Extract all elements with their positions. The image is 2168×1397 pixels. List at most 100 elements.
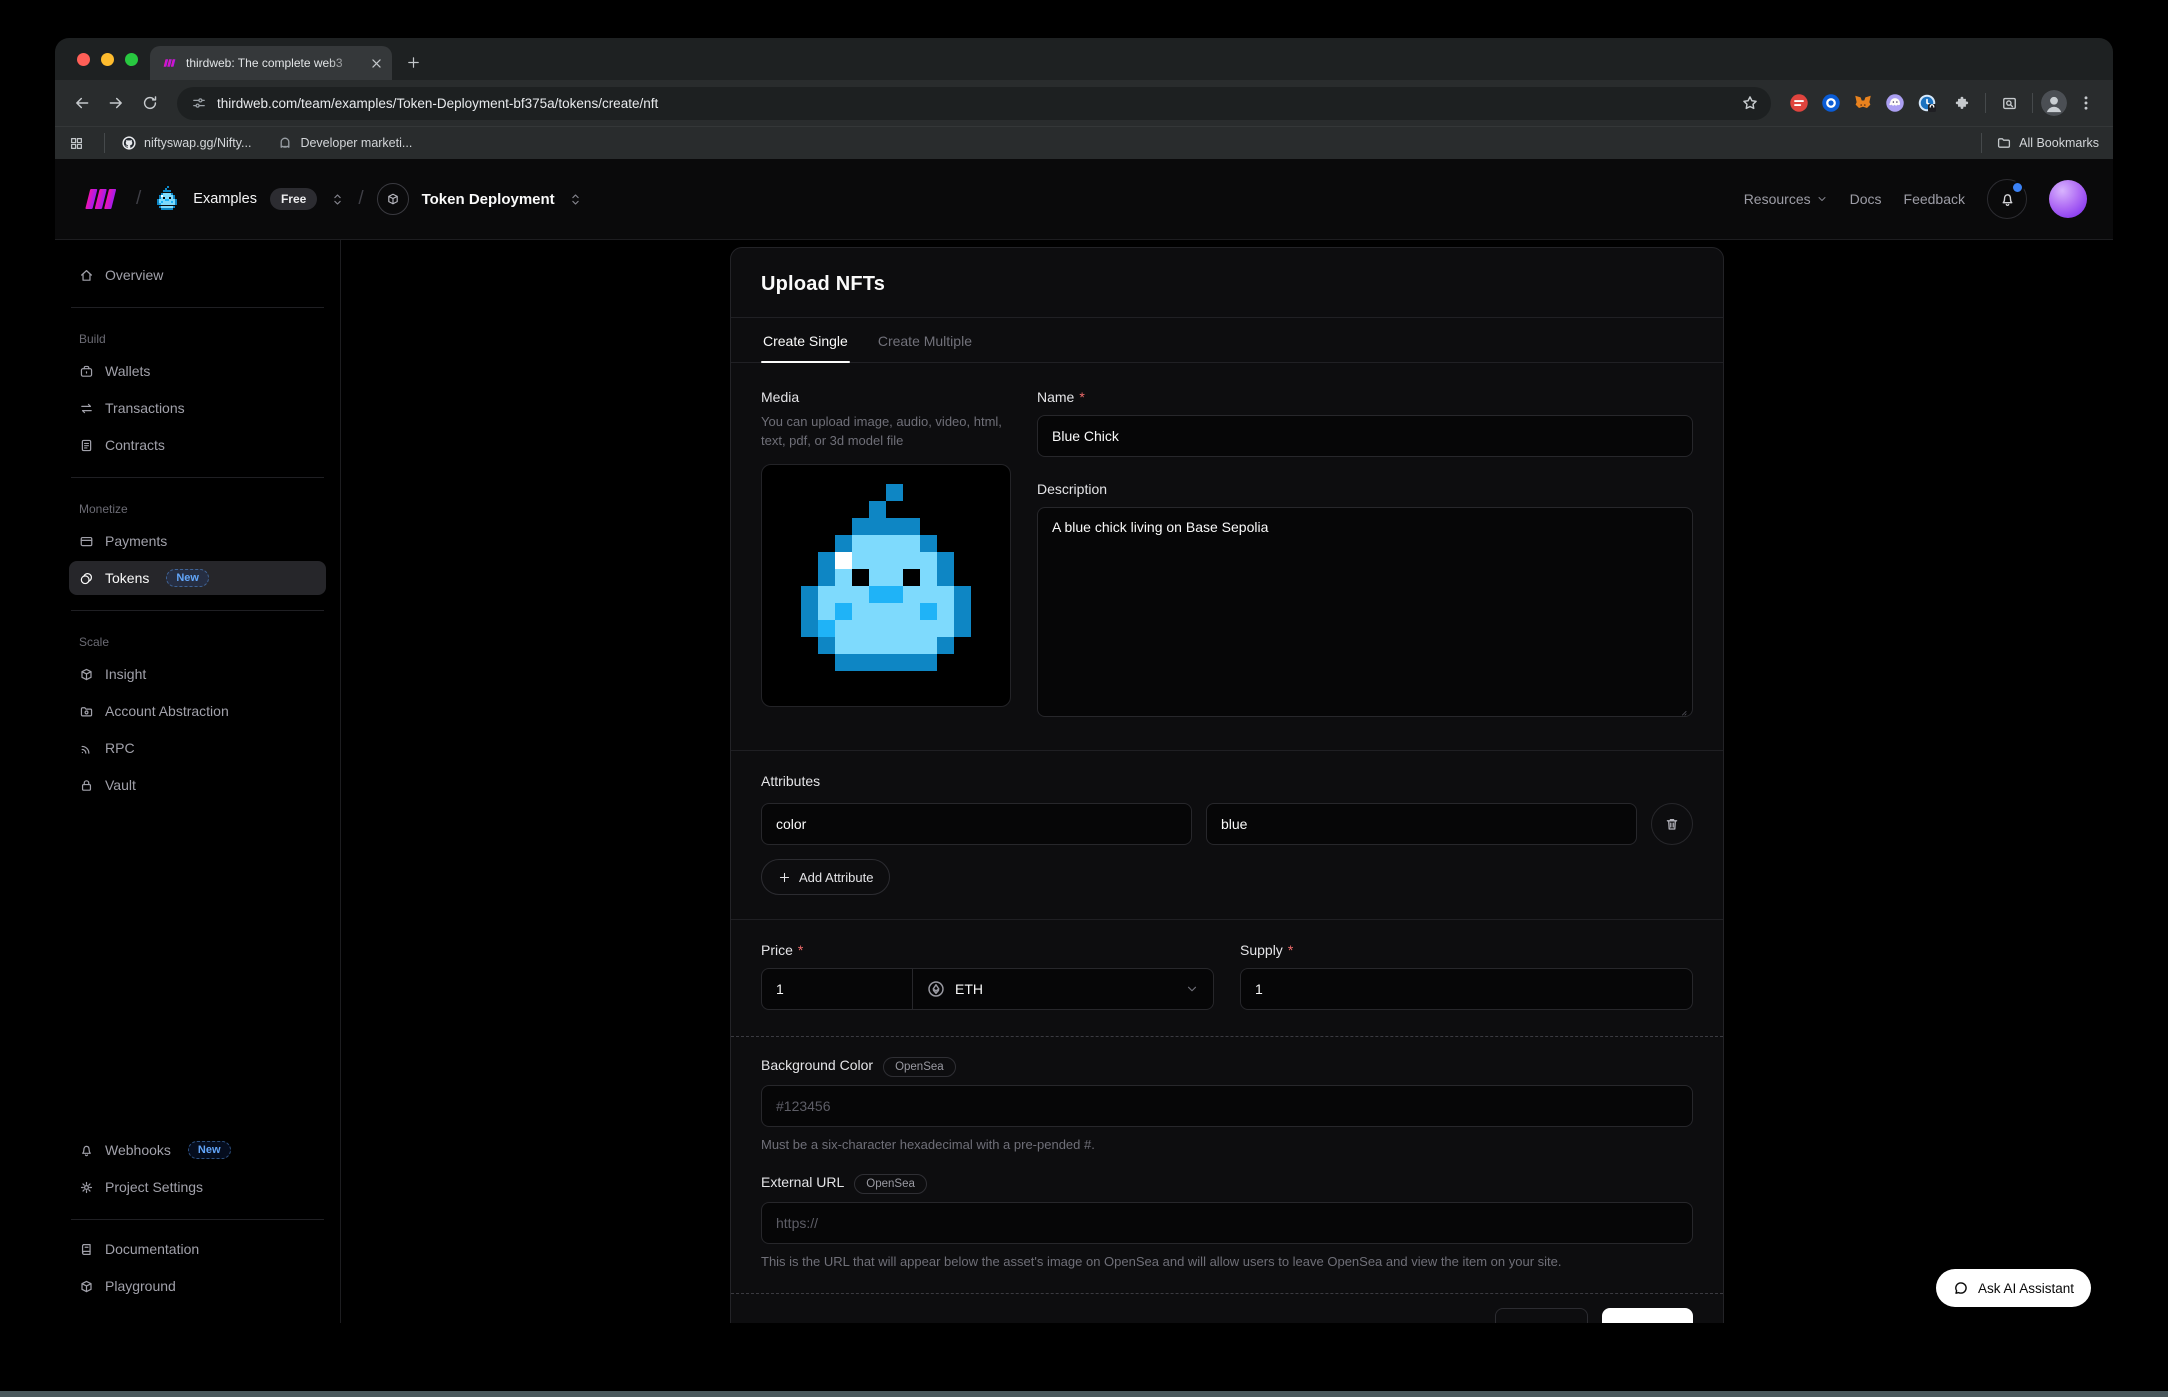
sidebar-item-vault[interactable]: Vault <box>69 768 326 802</box>
bookmark-star-icon[interactable] <box>1741 94 1759 112</box>
browser-profile-avatar[interactable] <box>2041 90 2067 116</box>
phantom-extension-icon[interactable] <box>1885 93 1905 113</box>
sidebar-item-insight[interactable]: Insight <box>69 657 326 691</box>
sidebar-item-label: Tokens <box>105 570 149 586</box>
chevrons-up-down-icon[interactable] <box>568 192 583 207</box>
sidebar-item-label: Wallets <box>105 363 150 379</box>
sidebar-item-contracts[interactable]: Contracts <box>69 428 326 462</box>
github-icon <box>121 135 137 151</box>
ext-blue-extension-icon[interactable] <box>1821 93 1841 113</box>
nav-resources[interactable]: Resources <box>1744 191 1828 207</box>
folder-icon <box>1996 135 2012 151</box>
back-step-button[interactable]: Back <box>1495 1308 1588 1323</box>
ask-ai-label: Ask AI Assistant <box>1978 1281 2074 1296</box>
thirdweb-logo[interactable] <box>81 186 123 212</box>
add-attribute-button[interactable]: Add Attribute <box>761 859 890 895</box>
browser-tab[interactable]: thirdweb: The complete web3 <box>150 46 392 80</box>
bookmark-label: Developer marketi... <box>300 136 412 150</box>
media-column: Media You can upload image, audio, video… <box>761 389 1011 722</box>
minimize-window-button[interactable] <box>101 53 114 66</box>
user-avatar[interactable] <box>2049 180 2087 218</box>
sidebar-item-wallets[interactable]: Wallets <box>69 354 326 388</box>
supply-field: Supply* <box>1240 942 1693 1010</box>
sidebar-item-transactions[interactable]: Transactions <box>69 391 326 425</box>
address-bar[interactable]: thirdweb.com/team/examples/Token-Deploym… <box>177 87 1771 120</box>
reload-button[interactable] <box>135 88 165 118</box>
breadcrumb-project[interactable]: Token Deployment <box>422 191 555 208</box>
price-input[interactable] <box>761 968 913 1010</box>
zoom-window-button[interactable] <box>125 53 138 66</box>
tab-create-multiple[interactable]: Create Multiple <box>876 318 974 362</box>
external-url-input[interactable] <box>761 1202 1693 1244</box>
ext-clock-extension-icon[interactable] <box>1917 93 1937 113</box>
media-preview[interactable] <box>761 464 1011 707</box>
attribute-key-input[interactable] <box>761 803 1192 845</box>
supply-input[interactable] <box>1240 968 1693 1010</box>
chevrons-up-down-icon[interactable] <box>330 192 345 207</box>
notifications-button[interactable] <box>1987 179 2027 219</box>
ask-ai-assistant-button[interactable]: Ask AI Assistant <box>1936 1269 2091 1307</box>
sidebar-item-webhooks[interactable]: WebhooksNew <box>69 1133 326 1167</box>
ext-red-extension-icon[interactable] <box>1789 93 1809 113</box>
plus-icon <box>406 55 421 70</box>
all-bookmarks-button[interactable]: All Bookmarks <box>1996 135 2099 151</box>
arrow-right-icon <box>1659 1321 1674 1323</box>
new-tab-button[interactable] <box>400 49 426 75</box>
tab-title: thirdweb: The complete web3 <box>186 56 361 70</box>
ghost-favicon-icon <box>277 135 293 151</box>
sidebar-item-payments[interactable]: Payments <box>69 524 326 558</box>
delete-attribute-button[interactable] <box>1651 803 1693 845</box>
ethereum-icon <box>927 980 945 998</box>
nav-docs[interactable]: Docs <box>1850 191 1882 207</box>
page-title: Upload NFTs <box>761 273 1693 296</box>
sidebar-divider <box>71 610 324 611</box>
sidebar-divider <box>71 477 324 478</box>
desktop-background: thirdweb: The complete web3 thirdweb.com… <box>0 0 2168 1397</box>
sidebar-item-rpc[interactable]: RPC <box>69 731 326 765</box>
search-tabs-button[interactable] <box>1994 88 2024 118</box>
close-window-button[interactable] <box>77 53 90 66</box>
next-step-button[interactable]: Next <box>1602 1308 1693 1323</box>
trash-icon <box>1664 816 1680 832</box>
next-label: Next <box>1621 1320 1650 1323</box>
breadcrumb-team[interactable]: Examples <box>193 191 257 207</box>
cube-icon <box>386 192 400 206</box>
sidebar-item-documentation[interactable]: Documentation <box>69 1232 326 1266</box>
create-tabs: Create Single Create Multiple <box>731 318 1723 363</box>
close-tab-icon[interactable] <box>369 56 384 71</box>
attribute-value-input[interactable] <box>1206 803 1637 845</box>
sidebar-item-tokens[interactable]: TokensNew <box>69 561 326 595</box>
site-settings-icon[interactable] <box>191 95 207 111</box>
sidebar-item-account-abstraction[interactable]: Account Abstraction <box>69 694 326 728</box>
sidebar-item-playground[interactable]: Playground <box>69 1269 326 1303</box>
back-button[interactable] <box>67 88 97 118</box>
card-header: Upload NFTs <box>731 248 1723 318</box>
breadcrumb-separator: / <box>358 188 363 210</box>
sidebar-item-project-settings[interactable]: Project Settings <box>69 1170 326 1204</box>
sidebar-item-overview[interactable]: Overview <box>69 258 326 292</box>
description-input[interactable] <box>1037 507 1693 717</box>
browser-menu-button[interactable] <box>2071 88 2101 118</box>
nav-feedback[interactable]: Feedback <box>1904 191 1965 207</box>
metamask-extension-icon[interactable] <box>1853 93 1873 113</box>
sidebar-item-label: Account Abstraction <box>105 703 229 719</box>
forward-button[interactable] <box>101 88 131 118</box>
sidebar-item-label: Project Settings <box>105 1179 203 1195</box>
extensions-button[interactable] <box>1947 88 1977 118</box>
chevron-down-icon <box>1185 982 1199 996</box>
name-input[interactable] <box>1037 415 1693 457</box>
external-url-field: External URLOpenSea This is the URL that… <box>761 1174 1693 1271</box>
bookmark-item[interactable]: niftyswap.gg/Nifty... <box>121 135 251 151</box>
bookmark-item[interactable]: Developer marketi... <box>277 135 412 151</box>
extensions-row <box>1783 93 1943 113</box>
sidebar-item-label: Playground <box>105 1278 176 1294</box>
currency-select[interactable]: ETH <box>913 968 1214 1010</box>
resize-grip-icon[interactable] <box>1678 707 1688 717</box>
plan-badge: Free <box>270 188 317 210</box>
tab-create-single[interactable]: Create Single <box>761 318 850 362</box>
bookmarks-bar: niftyswap.gg/Nifty... Developer marketi.… <box>55 126 2113 159</box>
apps-grid-icon[interactable] <box>69 136 84 151</box>
sidebar-item-label: Transactions <box>105 400 185 416</box>
cube-icon <box>79 1279 94 1294</box>
background-color-input[interactable] <box>761 1085 1693 1127</box>
